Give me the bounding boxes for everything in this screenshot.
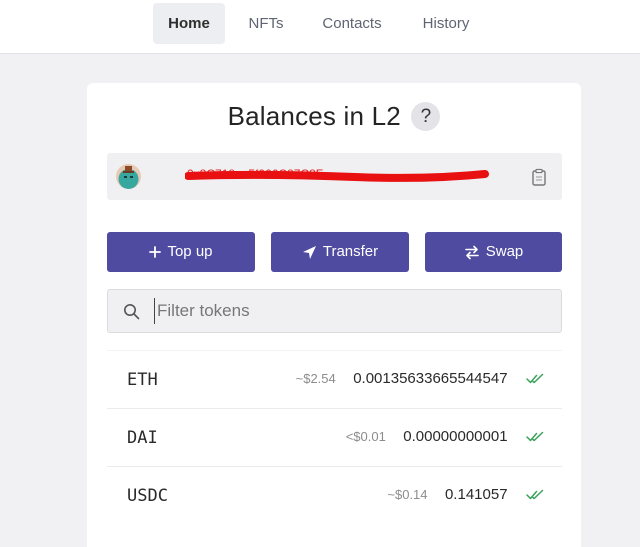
avatar bbox=[116, 164, 141, 189]
swap-label: Swap bbox=[485, 243, 524, 261]
avatar-icon bbox=[116, 164, 141, 189]
title-row: Balances in L2 ? bbox=[87, 101, 581, 135]
nav-contacts[interactable]: Contacts bbox=[310, 3, 394, 44]
nav-history[interactable]: History bbox=[408, 3, 484, 44]
token-row-eth[interactable]: ETH ~$2.54 0.00135633665544547 bbox=[107, 350, 562, 408]
token-list: ETH ~$2.54 0.00135633665544547 DAI <$0.0… bbox=[107, 350, 562, 524]
token-filter-box bbox=[107, 289, 562, 333]
swap-button[interactable]: Swap bbox=[425, 232, 562, 272]
token-symbol: ETH bbox=[127, 370, 158, 390]
token-usd-value: ~$2.54 bbox=[295, 371, 336, 386]
transfer-button[interactable]: Transfer bbox=[271, 232, 409, 272]
transfer-label: Transfer bbox=[322, 243, 379, 261]
double-check-icon bbox=[526, 373, 544, 384]
nav-home[interactable]: Home bbox=[153, 3, 225, 44]
top-up-button[interactable]: Top up bbox=[107, 232, 255, 272]
token-symbol: DAI bbox=[127, 428, 158, 448]
top-navigation: Home NFTs Contacts History bbox=[0, 0, 640, 54]
double-check-icon bbox=[526, 489, 544, 500]
page-title: Balances in L2 bbox=[227, 101, 401, 131]
token-filter-input[interactable] bbox=[154, 298, 544, 324]
clipboard-icon[interactable] bbox=[529, 167, 549, 187]
token-row-dai[interactable]: DAI <$0.01 0.00000000001 bbox=[107, 408, 562, 466]
token-amount: 0.00000000001 bbox=[403, 428, 508, 445]
send-arrow-icon bbox=[302, 245, 316, 259]
token-usd-value: <$0.01 bbox=[345, 429, 386, 444]
double-check-icon bbox=[526, 431, 544, 442]
search-icon bbox=[124, 304, 140, 320]
token-amount: 0.141057 bbox=[444, 486, 508, 503]
plus-icon bbox=[149, 246, 162, 258]
token-amount: 0.00135633665544547 bbox=[353, 370, 508, 387]
token-row-usdc[interactable]: USDC ~$0.14 0.141057 bbox=[107, 466, 562, 524]
help-button[interactable]: ? bbox=[411, 102, 441, 131]
token-usd-value: ~$0.14 bbox=[387, 487, 428, 502]
top-up-label: Top up bbox=[167, 243, 213, 261]
nav-nfts[interactable]: NFTs bbox=[238, 3, 294, 44]
balances-card: Balances in L2 ? 0x8C718ee5f006C87C8F... bbox=[87, 83, 581, 547]
account-address-box: 0x8C718ee5f006C87C8F... bbox=[107, 153, 562, 200]
swap-arrows-icon bbox=[464, 245, 479, 259]
token-symbol: USDC bbox=[127, 486, 168, 506]
redaction-scribble bbox=[185, 170, 489, 182]
